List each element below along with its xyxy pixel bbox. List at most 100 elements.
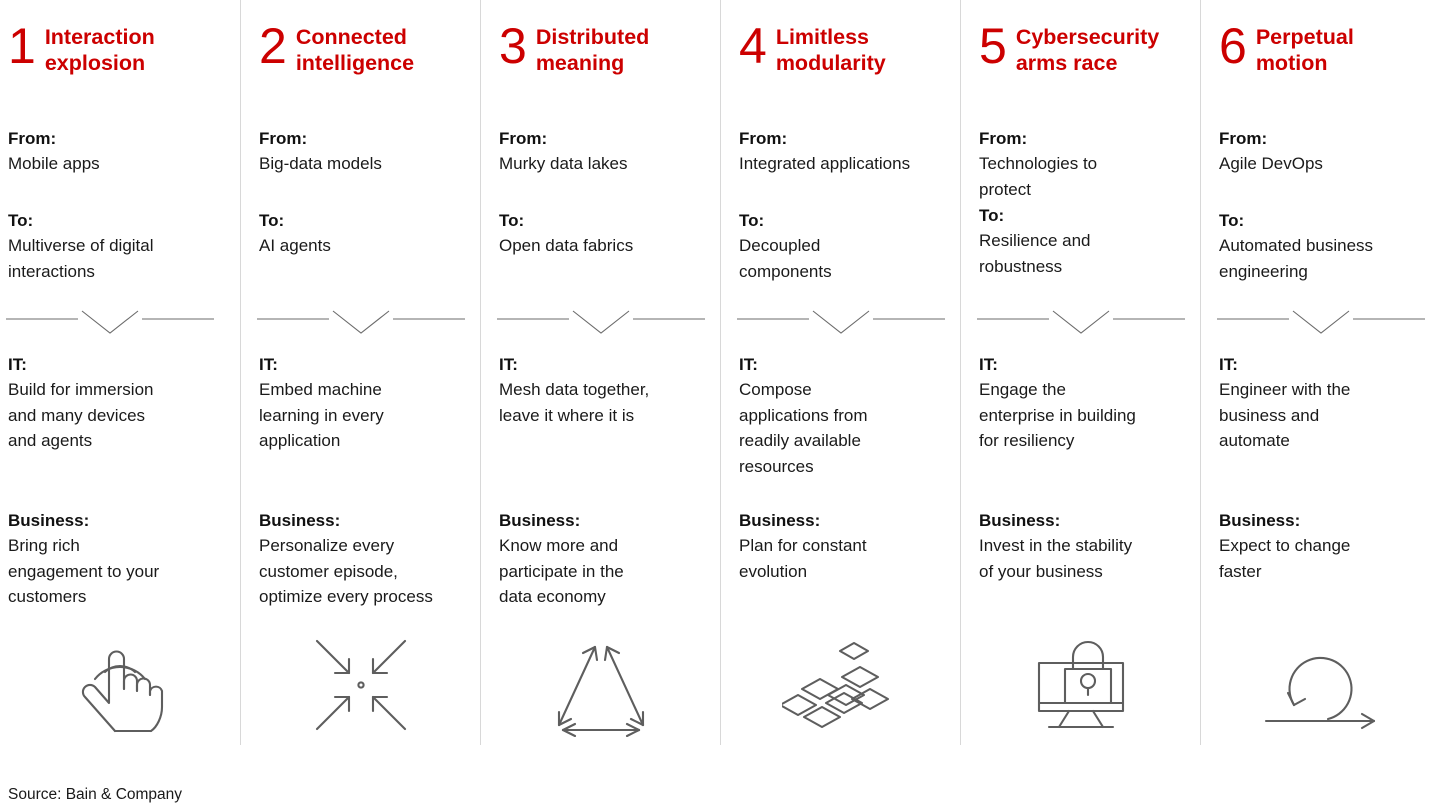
it-label: IT: — [8, 355, 27, 374]
trend-number: 1 — [8, 18, 36, 74]
to-label: To: — [499, 211, 525, 230]
trend-number: 6 — [1219, 18, 1247, 74]
from-value: Technologies to protect — [979, 154, 1098, 199]
business-label: Business: — [499, 511, 581, 530]
converging-arrows-icon-glyph — [315, 639, 406, 731]
business-block: Business: Expect to change faster — [1219, 508, 1434, 584]
to-value: Resilience and robustness — [979, 231, 1091, 276]
to-block: To: Decoupled components — [739, 208, 954, 284]
trend-number: 3 — [499, 18, 527, 74]
chevron-divider — [977, 305, 1185, 337]
column-header: 5 Cybersecurity arms race — [979, 20, 1190, 98]
from-block: From: Agile DevOps — [1219, 126, 1434, 177]
source-note: Source: Bain & Company — [8, 786, 183, 803]
it-label: IT: — [1219, 355, 1238, 374]
perpetual-loop-icon — [1201, 617, 1440, 737]
it-value: Engineer with the business and automate — [1219, 380, 1351, 450]
business-value: Plan for constant evolution — [739, 536, 867, 581]
triangle-network-icon-glyph — [557, 645, 644, 737]
from-label: From: — [259, 129, 308, 148]
trend-number: 5 — [979, 18, 1007, 74]
to-value: Automated business engineering — [1219, 236, 1374, 281]
chevron-divider — [257, 305, 465, 337]
from-value: Mobile apps — [8, 154, 100, 173]
it-label: IT: — [739, 355, 758, 374]
to-value: Multiverse of digital interactions — [8, 236, 154, 281]
it-block: IT: Build for immersion and many devices … — [8, 352, 234, 454]
business-label: Business: — [8, 511, 90, 530]
trend-title: Limitless modularity — [775, 25, 886, 75]
chevron-divider — [6, 305, 214, 337]
it-label: IT: — [499, 355, 518, 374]
column-header: 3 Distributed meaning — [499, 20, 710, 98]
to-value: AI agents — [259, 236, 331, 255]
business-block: Business: Know more and participate in th… — [499, 508, 714, 610]
business-value: Expect to change faster — [1219, 536, 1351, 581]
perpetual-loop-icon-glyph — [1264, 656, 1375, 730]
column-header: 4 Limitless modularity — [739, 20, 950, 98]
business-block: Business: Bring rich engagement to your c… — [8, 508, 234, 610]
to-label: To: — [1219, 211, 1245, 230]
to-value: Open data fabrics — [499, 236, 634, 255]
trend-number: 2 — [259, 18, 287, 74]
trend-column-2: 2 Connected intelligence From: Big-data mod… — [240, 0, 480, 745]
from-label: From: — [499, 129, 548, 148]
to-label: To: — [979, 206, 1005, 225]
trend-title: Distributed meaning — [535, 25, 650, 75]
from-value: Agile DevOps — [1219, 154, 1323, 173]
from-label: From: — [8, 129, 57, 148]
triangle-network-icon — [481, 617, 720, 737]
chevron-divider — [737, 305, 945, 337]
business-label: Business: — [259, 511, 341, 530]
it-label: IT: — [979, 355, 998, 374]
business-block: Business: Invest in the stability of your… — [979, 508, 1194, 584]
monitor-lock-icon — [961, 617, 1200, 737]
trend-column-5: 5 Cybersecurity arms race From: Technologie… — [960, 0, 1200, 745]
it-value: Mesh data together, leave it where it is — [499, 380, 650, 425]
to-value: Decoupled components — [739, 236, 832, 281]
to-block: To: Open data fabrics — [499, 208, 714, 259]
from-label: From: — [1219, 129, 1268, 148]
business-value: Bring rich engagement to your customers — [8, 536, 160, 606]
from-value: Murky data lakes — [499, 154, 628, 173]
to-label: To: — [259, 211, 285, 230]
from-value: Integrated applications — [739, 154, 911, 173]
it-label: IT: — [259, 355, 278, 374]
tap-gesture-icon — [0, 617, 240, 737]
trend-column-6: 6 Perpetual motion From: Agile DevOps To: Aut… — [1200, 0, 1440, 745]
modular-blocks-icon-glyph — [781, 641, 889, 729]
it-value: Build for immersion and many devices and… — [8, 380, 154, 450]
trend-title: Interaction explosion — [44, 25, 155, 75]
from-block: From: Integrated applications — [739, 126, 954, 177]
column-header: 6 Perpetual motion — [1219, 20, 1430, 98]
business-label: Business: — [979, 511, 1061, 530]
it-block: IT: Embed machine learning in every appli… — [259, 352, 474, 454]
business-value: Know more and participate in the data ec… — [499, 536, 624, 606]
it-block: IT: Engage the enterprise in building for… — [979, 352, 1194, 454]
trend-column-4: 4 Limitless modularity From: Integrated app… — [720, 0, 960, 745]
from-label: From: — [739, 129, 788, 148]
modular-blocks-icon — [721, 617, 960, 737]
to-label: To: — [739, 211, 765, 230]
business-block: Business: Personalize every customer epis… — [259, 508, 474, 610]
column-header: 2 Connected intelligence — [259, 20, 470, 98]
tap-gesture-icon-glyph — [81, 650, 164, 733]
trend-title: Perpetual motion — [1255, 25, 1354, 75]
from-label: From: — [979, 129, 1028, 148]
from-block: From: Mobile apps — [8, 126, 234, 177]
it-block: IT: Mesh data together, leave it where it… — [499, 352, 714, 428]
column-header: 1 Interaction explosion — [8, 20, 230, 98]
from-block: From: Big-data models — [259, 126, 474, 177]
from-block: From: Technologies to protect — [979, 126, 1194, 202]
from-block: From: Murky data lakes — [499, 126, 714, 177]
business-label: Business: — [1219, 511, 1301, 530]
trend-title: Connected intelligence — [295, 25, 415, 75]
chevron-divider — [497, 305, 705, 337]
trends-board: 1 Interaction explosion From: Mobile apps To… — [0, 0, 1440, 745]
trend-column-3: 3 Distributed meaning From: Murky data lake… — [480, 0, 720, 745]
business-block: Business: Plan for constant evolution — [739, 508, 954, 584]
business-value: Invest in the stability of your business — [979, 536, 1133, 581]
trend-column-1: 1 Interaction explosion From: Mobile apps To… — [0, 0, 240, 745]
to-block: To: Resilience and robustness — [979, 203, 1194, 279]
to-label: To: — [8, 211, 34, 230]
